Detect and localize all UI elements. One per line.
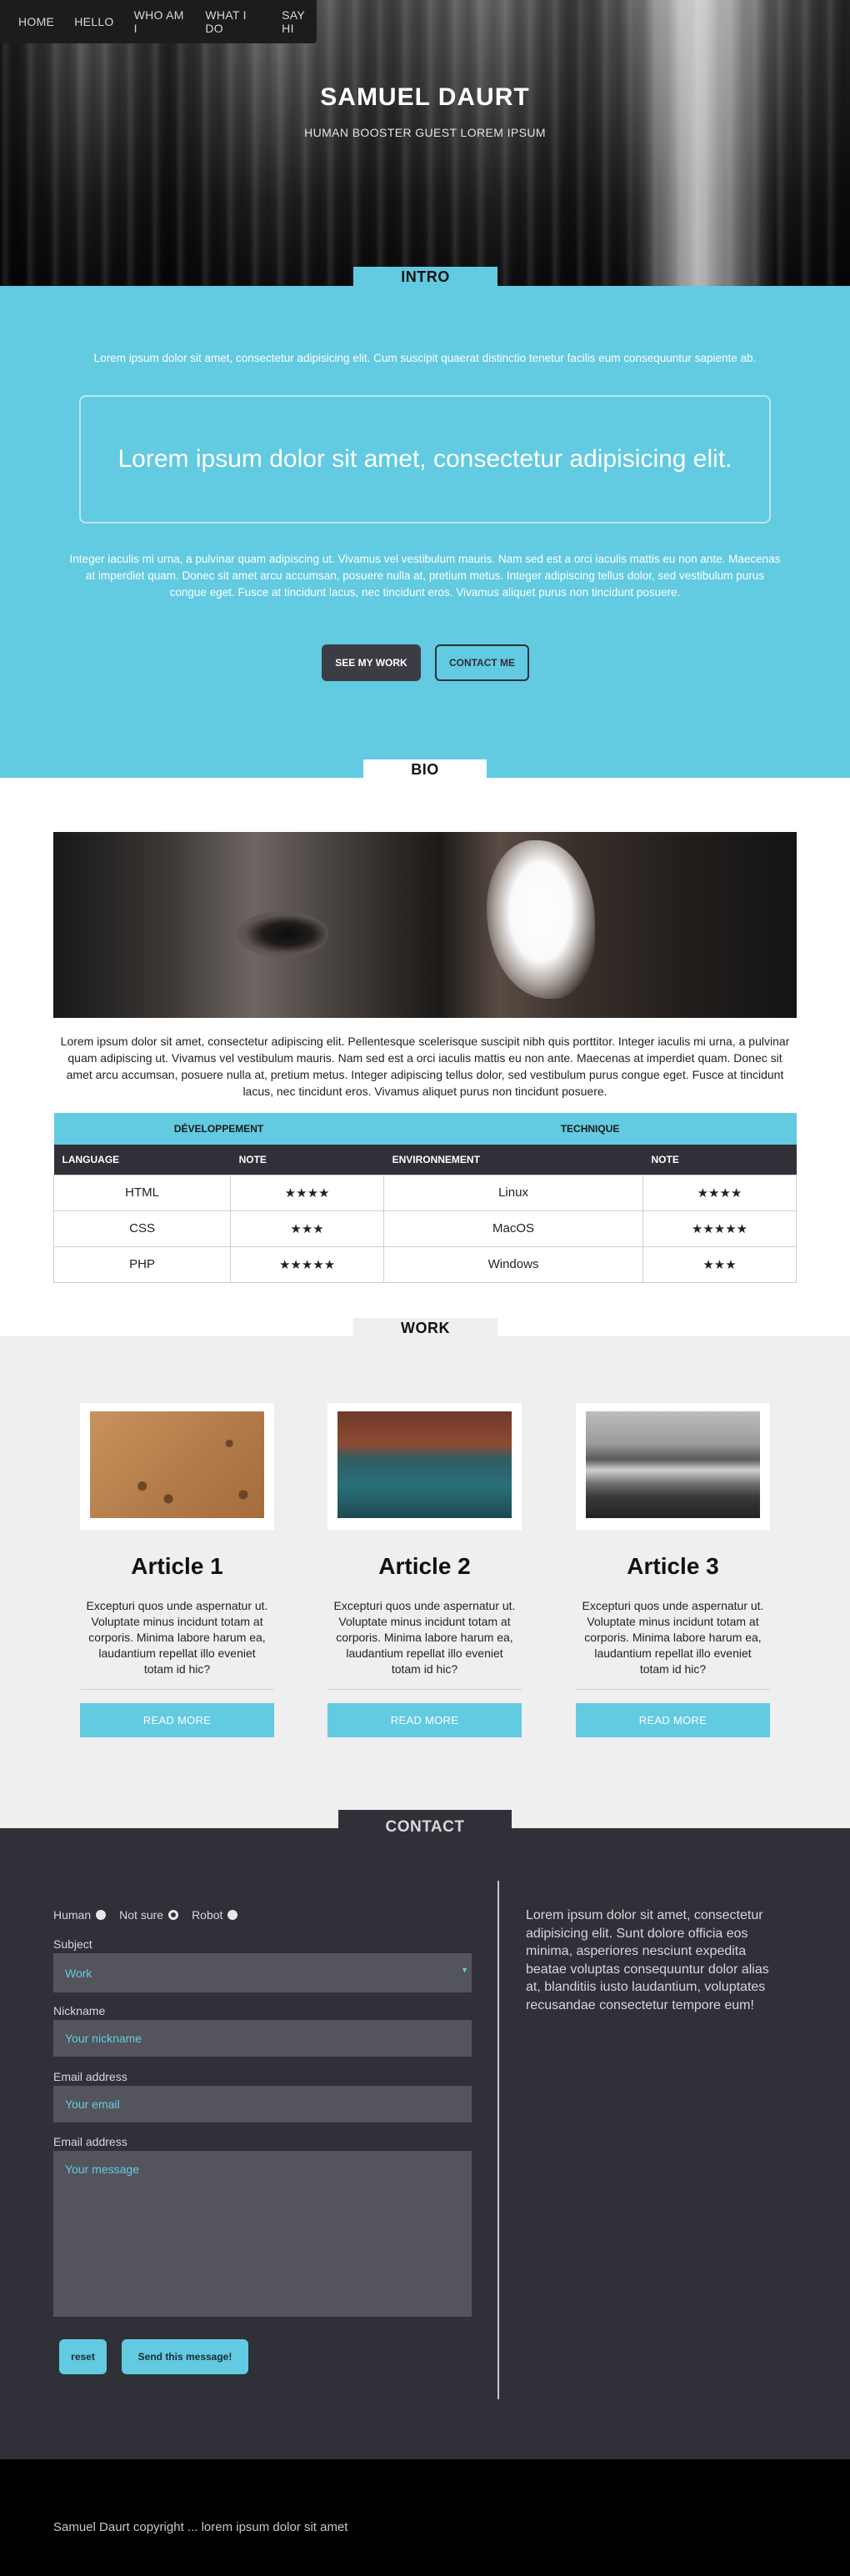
- hero-subtitle: HUMAN BOOSTER GUEST LOREM IPSUM: [304, 126, 546, 139]
- intro-quote-box: Lorem ipsum dolor sit amet, consectetur …: [79, 395, 771, 524]
- article-card: Article 2 Excepturi quos unde aspernatur…: [328, 1403, 522, 1737]
- nav-item-what-i-do[interactable]: WHAT I DO: [205, 8, 262, 35]
- read-more-button[interactable]: READ MORE: [328, 1703, 522, 1737]
- table-row: HTML ★★★★ Linux ★★★★: [52, 1174, 797, 1211]
- work-section: Article 1 Excepturi quos unde aspernatur…: [0, 1336, 850, 1828]
- table-cell: ★★★: [642, 1245, 797, 1283]
- nav-item-hello[interactable]: HELLO: [74, 15, 113, 28]
- nav-item-home[interactable]: HOME: [18, 15, 54, 28]
- article-divider: [80, 1689, 274, 1690]
- article-divider: [328, 1689, 522, 1690]
- article-title: Article 2: [378, 1553, 471, 1579]
- table-cell: MacOS: [383, 1210, 643, 1247]
- intro-quote: Lorem ipsum dolor sit amet, consectetur …: [118, 445, 732, 473]
- nav-item-who-am-i[interactable]: WHO AM I: [134, 8, 186, 35]
- radio-label-not-sure: Not sure: [119, 1908, 164, 1922]
- message-textarea[interactable]: Your message: [53, 2151, 472, 2317]
- table-cell: HTML: [52, 1174, 232, 1211]
- article-text: Excepturi quos unde aspernatur ut. Volup…: [333, 1599, 516, 1676]
- bio-section: Lorem ipsum dolor sit amet, consectetur …: [0, 778, 850, 1336]
- table-cell: ★★★★: [230, 1174, 385, 1211]
- table-cell: PHP: [52, 1245, 232, 1283]
- radio-label-human: Human: [53, 1908, 92, 1922]
- article-card: Article 1 Excepturi quos unde aspernatur…: [80, 1403, 274, 1737]
- contact-section: Human Not sure Robot Subject Work ▼ Nick…: [0, 1828, 850, 2459]
- contact-side-text: Lorem ipsum dolor sit amet, consectetur …: [526, 1908, 769, 2012]
- skills-table: DÉVELOPPEMENT TECHNIQUE LANGUAGE NOTE EN…: [52, 1113, 797, 1283]
- footer: Samuel Daurt copyright ... lorem ipsum d…: [0, 2459, 850, 2576]
- nickname-field[interactable]: Your nickname: [53, 2020, 472, 2057]
- human-radio-group: Human Not sure Robot: [53, 1908, 246, 1922]
- article-image-sand: [90, 1411, 264, 1518]
- see-my-work-button[interactable]: SEE MY WORK: [322, 644, 421, 681]
- table-group-header: TECHNIQUE: [383, 1113, 797, 1145]
- nickname-label: Nickname: [53, 2004, 106, 2017]
- article-text: Excepturi quos unde aspernatur ut. Volup…: [582, 1599, 764, 1676]
- work-tab: WORK: [353, 1318, 498, 1338]
- article-image-bench: [338, 1411, 512, 1518]
- table-cell: ★★★★: [642, 1174, 797, 1211]
- radio-human[interactable]: [96, 1910, 107, 1920]
- intro-tab: INTRO: [353, 267, 498, 287]
- radio-not-sure[interactable]: [168, 1910, 179, 1920]
- subject-selected-value: Work: [65, 1966, 92, 1980]
- subject-select[interactable]: Work ▼: [53, 1953, 472, 1992]
- intro-lead-text: Lorem ipsum dolor sit amet, consectetur …: [93, 352, 757, 364]
- article-thumbnail[interactable]: [328, 1403, 522, 1530]
- table-cell: CSS: [52, 1210, 232, 1247]
- article-divider: [576, 1689, 770, 1690]
- reset-button[interactable]: reset: [59, 2339, 107, 2374]
- nickname-placeholder: Your nickname: [65, 2032, 142, 2045]
- article-image-city: [586, 1411, 760, 1518]
- subject-label: Subject: [53, 1937, 92, 1951]
- footer-copyright: Samuel Daurt copyright ... lorem ipsum d…: [53, 2520, 348, 2534]
- article-thumbnail[interactable]: [80, 1403, 274, 1530]
- message-placeholder: Your message: [65, 2163, 139, 2176]
- table-cell: ★★★★★: [642, 1210, 797, 1247]
- article-card: Article 3 Excepturi quos unde aspernatur…: [576, 1403, 770, 1737]
- article-thumbnail[interactable]: [576, 1403, 770, 1530]
- bio-light-shape: [487, 840, 595, 999]
- email-placeholder: Your email: [65, 2097, 120, 2111]
- article-title: Article 1: [131, 1553, 223, 1579]
- table-group-header: DÉVELOPPEMENT: [53, 1113, 384, 1145]
- hero-title: SAMUEL DAURT: [320, 83, 530, 111]
- chevron-down-icon: ▼: [461, 1966, 468, 1974]
- contact-divider: [498, 1881, 499, 2399]
- nav-item-say-hi[interactable]: SAY HI: [282, 8, 317, 35]
- table-cell: Windows: [383, 1245, 643, 1283]
- email-label: Email address: [53, 2070, 128, 2083]
- bio-eye-shape: [237, 911, 328, 957]
- table-cell: ★★★: [230, 1210, 385, 1247]
- top-nav: HOME HELLO WHO AM I WHAT I DO SAY HI: [0, 0, 317, 43]
- send-message-button[interactable]: Send this message!: [122, 2339, 248, 2374]
- table-cell: Linux: [383, 1174, 643, 1211]
- read-more-button[interactable]: READ MORE: [80, 1703, 274, 1737]
- hero-light-streak: [633, 0, 775, 286]
- radio-label-robot: Robot: [192, 1908, 223, 1922]
- table-row: PHP ★★★★★ Windows ★★★: [52, 1245, 797, 1283]
- table-cell: ★★★★★: [230, 1245, 385, 1283]
- table-column-header: NOTE: [642, 1145, 797, 1175]
- article-title: Article 3: [627, 1553, 719, 1579]
- intro-body-text: Integer iaculis mi urna, a pulvinar quam…: [69, 553, 781, 599]
- contact-me-button[interactable]: CONTACT ME: [435, 644, 529, 681]
- radio-robot[interactable]: [228, 1910, 238, 1920]
- table-column-header: NOTE: [230, 1145, 384, 1175]
- article-text: Excepturi quos unde aspernatur ut. Volup…: [86, 1599, 268, 1676]
- bio-image: [53, 832, 797, 1018]
- contact-tab: CONTACT: [338, 1810, 512, 1845]
- message-label: Email address: [53, 2135, 128, 2148]
- table-column-header: LANGUAGE: [53, 1145, 231, 1175]
- read-more-button[interactable]: READ MORE: [576, 1703, 770, 1737]
- email-field[interactable]: Your email: [53, 2086, 472, 2122]
- table-column-header: ENVIRONNEMENT: [383, 1145, 643, 1175]
- table-row: CSS ★★★ MacOS ★★★★★: [52, 1210, 797, 1247]
- intro-section: Lorem ipsum dolor sit amet, consectetur …: [0, 286, 850, 778]
- bio-tab: BIO: [363, 759, 487, 779]
- bio-text: Lorem ipsum dolor sit amet, consectetur …: [60, 1035, 790, 1098]
